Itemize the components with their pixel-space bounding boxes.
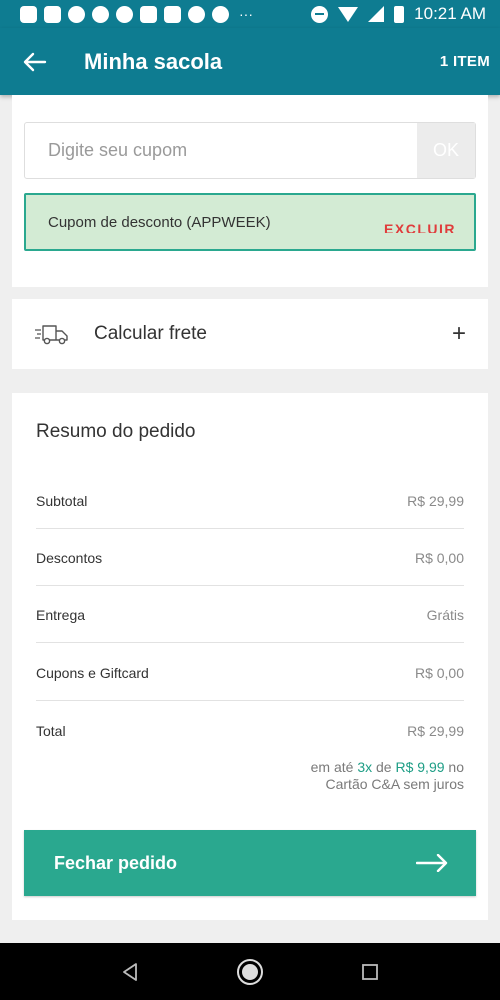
summary-row-delivery: Entrega Grátis (36, 586, 464, 643)
installments-card-info: Cartão C&A sem juros (325, 776, 465, 792)
installments-middle: de (376, 759, 392, 775)
summary-row-value: R$ 0,00 (414, 664, 464, 681)
ca-notification-icon (116, 5, 133, 23)
notification-icons: ··· (20, 5, 256, 23)
summary-row-discounts: Descontos R$ 0,00 (36, 529, 464, 586)
apply-coupon-button[interactable]: OK (417, 123, 475, 178)
more-notifications-icon: ··· (239, 5, 253, 22)
order-summary-card: Resumo do pedido Subtotal R$ 29,99 Desco… (12, 393, 488, 920)
summary-row-value: R$ 0,00 (414, 549, 464, 566)
shipping-label: Calcular frete (94, 323, 207, 344)
pinterest-notification-icon (68, 5, 85, 23)
installments-count: 3x (357, 759, 373, 775)
app-bar: Minha sacola 1 ITEM (0, 28, 500, 95)
summary-row-subtotal: Subtotal R$ 29,99 (36, 472, 464, 529)
nav-home-icon (237, 958, 263, 985)
nav-back-button[interactable] (115, 957, 145, 987)
back-button[interactable] (0, 28, 70, 95)
app-notification-icon (188, 5, 205, 23)
coupon-card: OK Cupom de desconto (APPWEEK) EXCLUIR (12, 95, 488, 287)
installments-prefix: em até (310, 759, 354, 775)
summary-row-label: Subtotal (36, 492, 88, 509)
arrow-right-icon (416, 854, 448, 872)
coupon-input[interactable] (25, 123, 417, 178)
summary-row-label: Descontos (36, 549, 103, 566)
installments-info: em até 3x de R$ 9,99 no Cartão C&A sem j… (311, 759, 464, 793)
coupon-input-group: OK (24, 122, 476, 179)
nav-home-button[interactable] (235, 957, 265, 987)
signal-icon (368, 6, 385, 22)
status-time: 10:21 AM (414, 4, 486, 23)
summary-row-coupons: Cupons e Giftcard R$ 0,00 (36, 644, 464, 701)
applied-coupon-text: Cupom de desconto (APPWEEK) (48, 213, 271, 231)
checkout-button[interactable]: Fechar pedido (24, 830, 476, 896)
news-notification-icon (20, 5, 37, 23)
summary-row-value: R$ 29,99 (407, 492, 464, 509)
checkout-label: Fechar pedido (54, 852, 178, 873)
status-bar: ··· 10:21 AM (0, 0, 500, 28)
nav-recents-icon (362, 963, 378, 980)
installments-suffix: no (448, 759, 464, 775)
installments-amount: R$ 9,99 (395, 759, 445, 775)
system-navigation-bar (0, 943, 500, 1000)
summary-row-value: Grátis (426, 606, 464, 623)
battery-icon (394, 5, 405, 23)
expand-shipping-icon[interactable]: + (452, 322, 466, 346)
applied-coupon-banner: Cupom de desconto (APPWEEK) EXCLUIR (24, 193, 476, 251)
summary-row-label: Entrega (36, 606, 86, 623)
page-title: Minha sacola (84, 48, 223, 74)
summary-title: Resumo do pedido (36, 421, 196, 442)
do-not-disturb-icon (311, 5, 329, 23)
summary-row-label: Total (36, 722, 66, 739)
youtube-notification-icon (140, 5, 157, 23)
summary-row-label: Cupons e Giftcard (36, 664, 149, 681)
remove-coupon-button[interactable]: EXCLUIR (384, 217, 456, 233)
wifi-icon (338, 6, 359, 22)
app-notification-icon (44, 5, 61, 23)
app-notification-icon (212, 5, 229, 23)
pinterest-notification-icon (92, 5, 109, 23)
youtube-notification-icon (164, 5, 181, 23)
arrow-left-icon (23, 52, 47, 71)
nav-recents-button[interactable] (355, 957, 385, 987)
summary-row-value: R$ 29,99 (407, 722, 464, 739)
nav-back-icon (123, 962, 137, 981)
shipping-calculator-row[interactable]: Calcular frete + (12, 299, 488, 369)
truck-icon (35, 325, 68, 345)
item-count-badge: 1 ITEM (439, 53, 490, 70)
summary-row-total: Total R$ 29,99 (36, 702, 464, 759)
